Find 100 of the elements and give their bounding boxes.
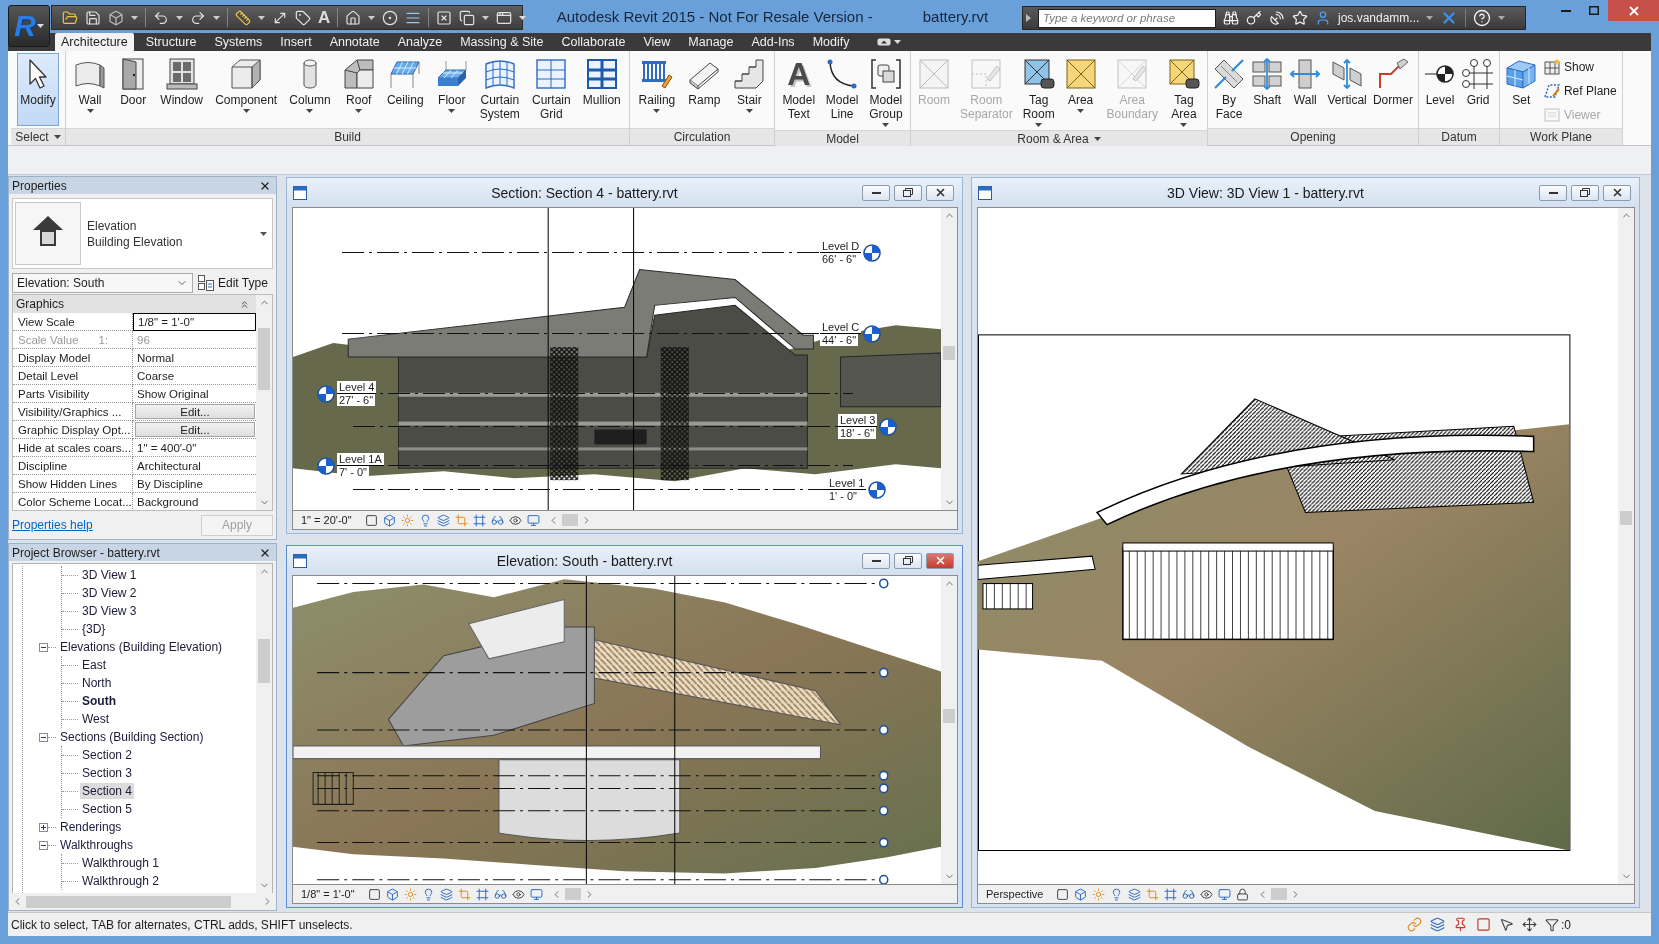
ribbon-tab[interactable]: Add-Ins <box>745 33 801 51</box>
minimize-button[interactable] <box>1539 184 1567 201</box>
square-icon[interactable] <box>1056 887 1070 901</box>
ribbon-button[interactable]: Show <box>1540 57 1620 77</box>
tree-item[interactable]: Elevations (Building Elevation) <box>58 639 225 655</box>
window-icon[interactable] <box>496 9 513 26</box>
ribbon-button[interactable]: Dormer <box>1369 53 1416 110</box>
ruler-icon[interactable] <box>235 9 251 26</box>
close-button[interactable] <box>1603 184 1631 201</box>
hash-icon[interactable] <box>472 513 486 527</box>
ribbon-button[interactable]: Column <box>286 53 334 116</box>
scroll-thumb[interactable] <box>258 639 270 683</box>
ribbon-button[interactable]: Model Line <box>822 53 862 124</box>
ribbon-button[interactable]: Shaft <box>1248 53 1287 110</box>
ribbon-button[interactable]: Wall <box>1286 53 1325 110</box>
caret-icon[interactable] <box>519 15 527 20</box>
ribbon-button[interactable]: Area <box>1061 53 1100 116</box>
tree-item[interactable]: South <box>80 693 118 709</box>
close-windows-icon[interactable] <box>436 9 453 26</box>
tree-item[interactable]: Walkthrough 2 <box>80 873 161 889</box>
tree-item[interactable]: West <box>80 711 112 727</box>
close-button[interactable] <box>926 184 954 201</box>
minus-box-icon[interactable] <box>39 642 48 652</box>
edit-button[interactable]: Edit... <box>135 422 255 437</box>
cube-icon[interactable] <box>385 887 399 901</box>
view-canvas[interactable]: Level D 66' - 6" Level C 44' - 6" Level 4 27' - 6" Level 3 18' - 6" Level 1A 7' - 0" Level 1 1' - 0" <box>293 208 941 510</box>
edit-button[interactable]: Edit... <box>135 404 255 419</box>
glasses-icon[interactable] <box>490 513 504 527</box>
restore-button[interactable] <box>894 552 922 569</box>
layers-icon[interactable] <box>436 513 450 527</box>
link-icon[interactable] <box>1407 917 1422 932</box>
plus-box-icon[interactable] <box>39 822 48 832</box>
ribbon-button[interactable]: Door <box>115 53 152 110</box>
tree-item[interactable]: 3D View 3 <box>80 603 139 619</box>
windows-icon[interactable] <box>459 9 476 26</box>
ribbon-tab[interactable]: Systems <box>208 33 269 51</box>
ribbon-button[interactable]: Grid <box>1459 53 1497 110</box>
minimize-button[interactable] <box>862 552 890 569</box>
binoculars-icon[interactable] <box>1223 10 1239 26</box>
tree-item[interactable]: Section 3 <box>80 765 135 781</box>
pointer-icon[interactable] <box>1499 917 1514 932</box>
restore-button[interactable] <box>894 184 922 201</box>
cube-icon[interactable] <box>1074 887 1088 901</box>
scroll-thumb[interactable] <box>26 895 232 908</box>
layers-icon[interactable] <box>439 887 453 901</box>
lock-icon[interactable] <box>1236 887 1250 901</box>
ribbon-tab[interactable]: Manage <box>682 33 740 51</box>
sun-icon[interactable] <box>403 887 417 901</box>
ribbon-button[interactable]: A Model Text <box>779 53 819 124</box>
ribbon-button[interactable]: Curtain Grid <box>528 53 574 124</box>
panel-toggle-icon[interactable] <box>877 38 892 46</box>
minus-box-icon[interactable] <box>39 732 48 742</box>
square-icon[interactable] <box>1476 917 1491 932</box>
ribbon-button[interactable]: By Face <box>1210 53 1249 124</box>
ribbon-tab[interactable]: Modify <box>806 33 856 51</box>
square-icon[interactable] <box>364 513 378 527</box>
edit-type-button[interactable]: Edit Type <box>198 274 268 291</box>
caret-icon[interactable] <box>258 15 265 20</box>
ribbon-button[interactable]: Tag Area <box>1164 53 1203 130</box>
double-chevron-up-icon[interactable] <box>239 298 250 310</box>
ribbon-button[interactable]: Tag Room <box>1019 53 1058 130</box>
vertical-scrollbar[interactable] <box>941 208 957 510</box>
ribbon-button[interactable]: Roof <box>339 53 378 116</box>
tree-item[interactable]: Section 2 <box>80 747 135 763</box>
folder-open-icon[interactable] <box>62 9 78 26</box>
ribbon-button[interactable]: Stair <box>730 53 769 116</box>
eye-icon[interactable] <box>511 887 525 901</box>
close-button[interactable] <box>926 552 954 569</box>
square-icon[interactable] <box>367 887 381 901</box>
tree-item[interactable]: Section 5 <box>80 801 135 817</box>
scroll-thumb[interactable] <box>1620 511 1632 525</box>
tree-item[interactable]: Renderings <box>58 819 124 835</box>
search-field[interactable]: Type a keyword or phrase <box>1038 8 1216 28</box>
caret-icon[interactable] <box>213 15 220 20</box>
house-icon[interactable] <box>345 9 362 26</box>
ribbon-tab[interactable]: Analyze <box>391 33 449 51</box>
type-selector[interactable]: Elevation Building Elevation <box>12 198 273 269</box>
tree-item[interactable]: Section 4 <box>80 783 135 799</box>
sun-icon[interactable] <box>1092 887 1106 901</box>
eye-icon[interactable] <box>1200 887 1214 901</box>
scroll-thumb[interactable] <box>1271 888 1288 900</box>
vertical-scrollbar[interactable] <box>256 295 272 510</box>
tree-item[interactable]: {3D} <box>80 621 108 637</box>
caret-icon[interactable] <box>1426 16 1434 20</box>
tree-item[interactable]: 3D View 1 <box>80 567 139 583</box>
scroll-thumb[interactable] <box>943 346 955 360</box>
user-name[interactable]: jos.vandamm... <box>1338 11 1420 25</box>
panel-title-bar[interactable]: Select <box>11 128 65 145</box>
ribbon-tab[interactable]: Annotate <box>323 33 386 51</box>
ribbon-button[interactable]: Model Group <box>866 53 906 130</box>
caret-icon[interactable] <box>176 15 183 20</box>
caret-icon[interactable] <box>131 15 138 20</box>
hash-icon[interactable] <box>1164 887 1178 901</box>
vertical-scrollbar[interactable] <box>941 576 957 884</box>
tree-item[interactable]: 3D View 2 <box>80 585 139 601</box>
ribbon-button[interactable]: Ref Plane <box>1540 81 1620 101</box>
eye-icon[interactable] <box>508 513 522 527</box>
ribbon-button[interactable]: Component <box>212 53 281 116</box>
ribbon-button[interactable]: Mullion <box>579 53 624 110</box>
tree-item[interactable]: East <box>80 657 108 673</box>
